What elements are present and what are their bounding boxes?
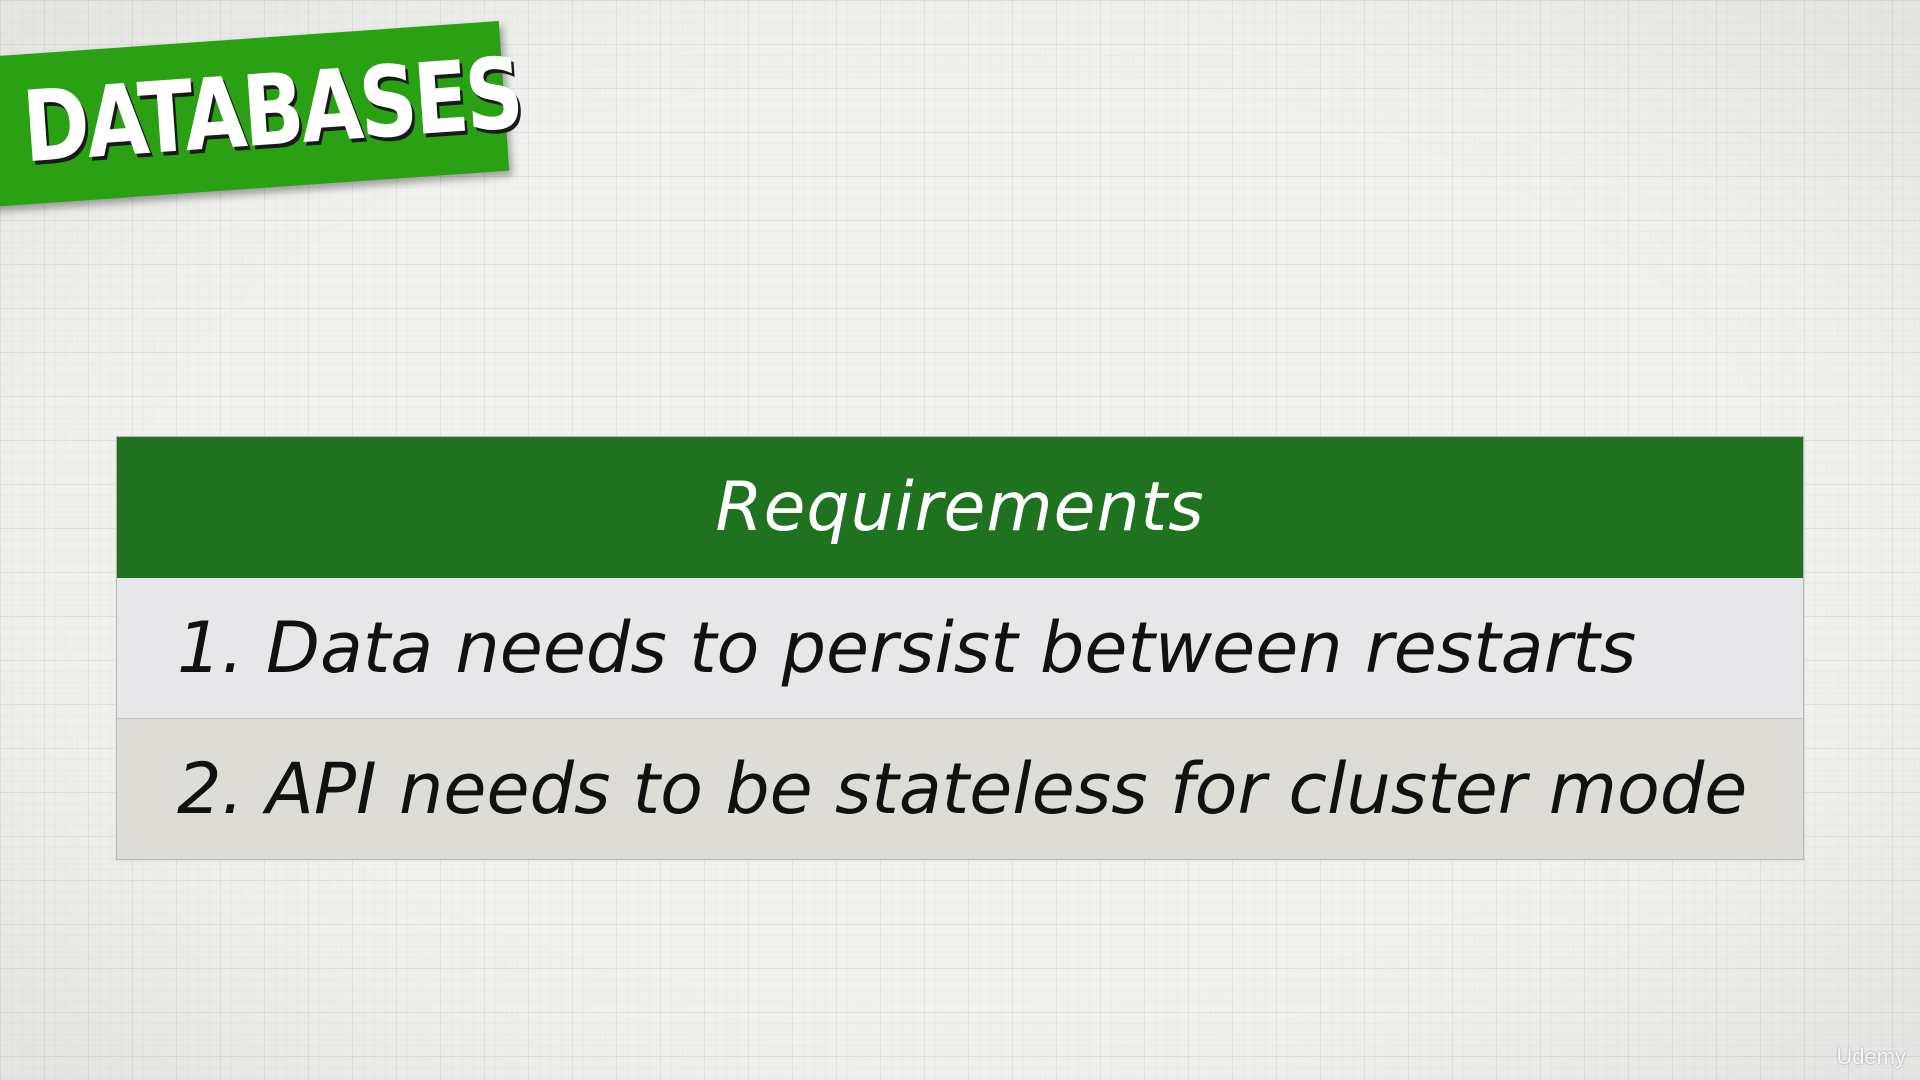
requirement-text-1: 1. Data needs to persist between restart… — [177, 607, 1637, 689]
requirements-table: Requirements 1. Data needs to persist be… — [116, 436, 1804, 860]
requirement-text-2: 2. API needs to be stateless for cluster… — [177, 748, 1748, 830]
requirements-header: Requirements — [117, 437, 1803, 578]
requirement-row-2: 2. API needs to be stateless for cluster… — [117, 719, 1803, 859]
requirements-header-label: Requirements — [715, 468, 1205, 547]
udemy-watermark: Udemy — [1836, 1044, 1906, 1069]
section-banner: DATABASES — [0, 21, 524, 208]
banner-title: DATABASES — [19, 36, 524, 186]
requirement-row-1: 1. Data needs to persist between restart… — [117, 578, 1803, 719]
